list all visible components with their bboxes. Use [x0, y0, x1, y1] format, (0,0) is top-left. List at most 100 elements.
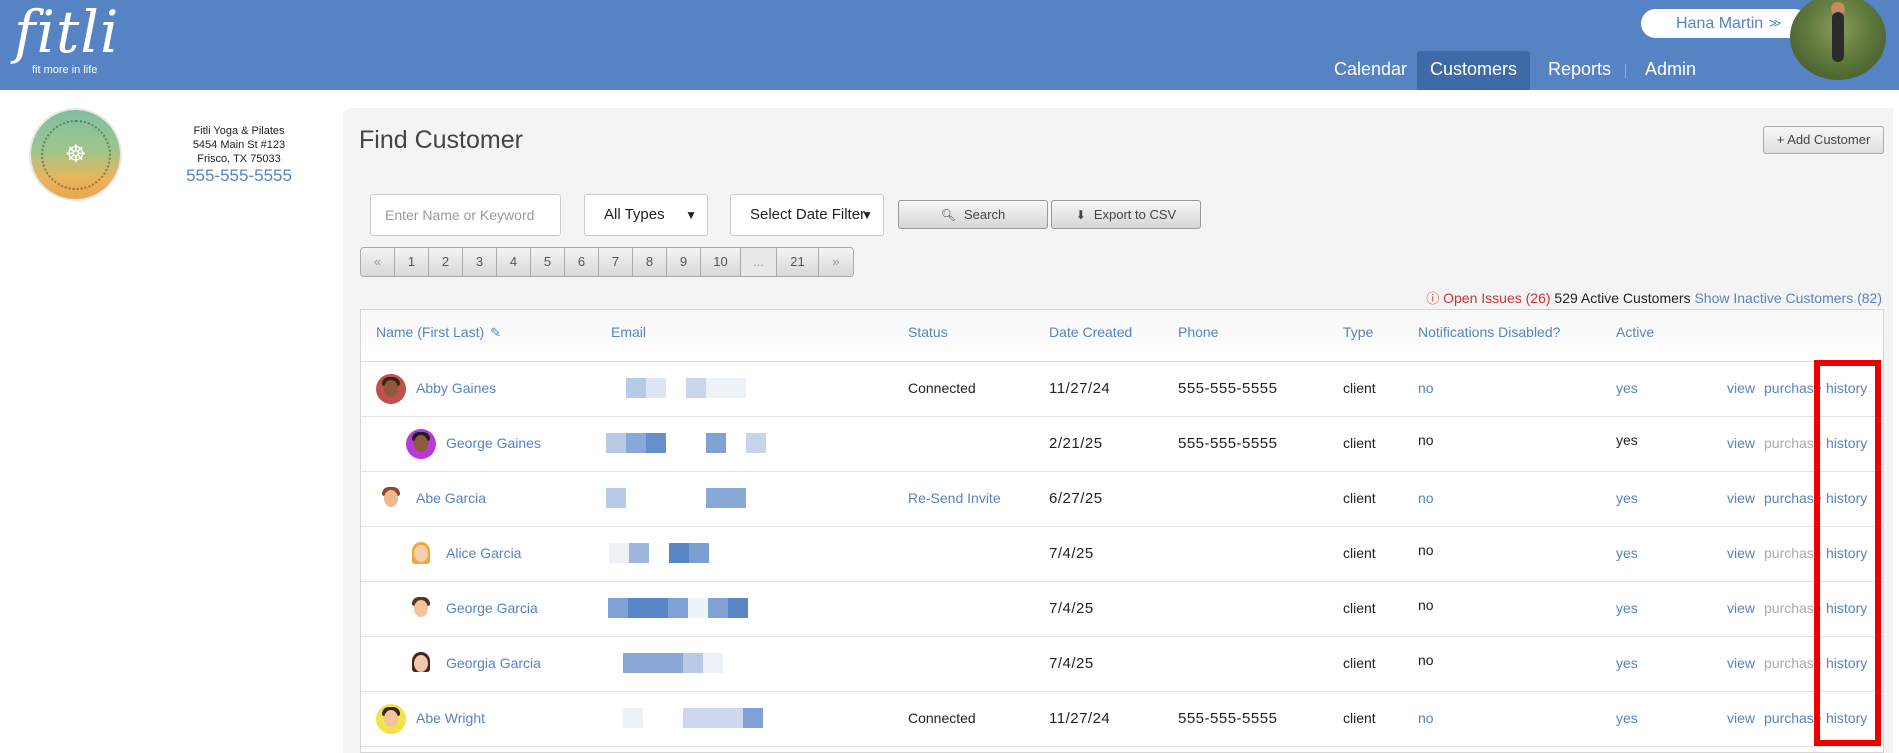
header-status[interactable]: Status — [908, 324, 948, 340]
header-notifications[interactable]: Notifications Disabled? — [1418, 324, 1560, 340]
nav-calendar[interactable]: Calendar — [1334, 51, 1407, 90]
header-type[interactable]: Type — [1343, 324, 1373, 340]
resend-invite-link[interactable]: Re-Send Invite — [908, 490, 1001, 506]
customer-name-link[interactable]: George Gaines — [446, 435, 541, 451]
chevron-down-icon: ▼ — [861, 208, 873, 222]
pager-page-1[interactable]: 1 — [395, 248, 429, 276]
notifications-toggle[interactable]: no — [1418, 710, 1434, 726]
table-row: Alice Garcia 7/4/25 client no yes view p… — [361, 527, 1883, 582]
pager-page-2[interactable]: 2 — [429, 248, 463, 276]
email-redacted — [606, 433, 776, 453]
email-redacted — [606, 488, 776, 508]
active-toggle[interactable]: yes — [1616, 600, 1638, 616]
active-toggle[interactable]: yes — [1616, 380, 1638, 396]
pager-page-3[interactable]: 3 — [463, 248, 497, 276]
search-button[interactable]: 🔍︎ Search — [898, 200, 1048, 229]
date-created: 11/27/24 — [1049, 380, 1111, 397]
add-customer-button[interactable]: + Add Customer — [1763, 126, 1884, 154]
customer-name-link[interactable]: Georgia Garcia — [446, 655, 541, 671]
pager-next[interactable]: » — [819, 248, 853, 276]
view-link[interactable]: view — [1727, 600, 1755, 616]
purchase-link-disabled: purchase — [1764, 545, 1822, 561]
studio-logo: ☸ — [29, 108, 122, 201]
phone: 555-555-5555 — [1178, 710, 1278, 727]
customer-name-link[interactable]: Abby Gaines — [416, 380, 496, 396]
view-link[interactable]: view — [1727, 545, 1755, 561]
customer-name-link[interactable]: Abe Garcia — [416, 490, 486, 506]
notifications-toggle[interactable]: no — [1418, 380, 1434, 396]
table-row: Georgia Garcia 7/4/25 client no yes view… — [361, 637, 1883, 692]
pager-page-5[interactable]: 5 — [531, 248, 565, 276]
notifications-value: no — [1418, 597, 1434, 613]
user-avatar[interactable] — [1790, 0, 1886, 80]
user-menu-button[interactable]: Hana Martin ≫ — [1641, 9, 1809, 38]
email-redacted — [623, 378, 763, 398]
warning-icon: ⓘ — [1426, 291, 1440, 306]
purchase-link[interactable]: purchase — [1764, 710, 1822, 726]
view-link[interactable]: view — [1727, 655, 1755, 671]
header-date-created[interactable]: Date Created — [1049, 324, 1132, 340]
studio-name: Fitli Yoga & Pilates — [193, 125, 285, 137]
pager-page-9[interactable]: 9 — [667, 248, 701, 276]
purchase-link[interactable]: purchase — [1764, 380, 1822, 396]
notifications-value: no — [1418, 432, 1434, 448]
nav-reports[interactable]: Reports — [1548, 51, 1611, 90]
pager-page-last[interactable]: 21 — [777, 248, 819, 276]
view-link[interactable]: view — [1727, 490, 1755, 506]
table-row: Abe Wright Connected 11/27/24 555-555-55… — [361, 692, 1883, 747]
date-filter-select[interactable]: Select Date Filter ▼ — [730, 194, 884, 236]
nav-admin[interactable]: Admin — [1645, 51, 1696, 90]
view-link[interactable]: view — [1727, 435, 1755, 451]
chevron-down-icon: ▼ — [685, 208, 697, 222]
status-text: Connected — [908, 380, 976, 396]
customer-name-link[interactable]: Abe Wright — [416, 710, 485, 726]
pager-page-7[interactable]: 7 — [599, 248, 633, 276]
logo-tagline: fit more in life — [32, 64, 98, 76]
studio-phone[interactable]: 555-555-5555 — [170, 166, 308, 186]
search-input[interactable] — [370, 194, 561, 236]
customer-name-link[interactable]: Alice Garcia — [446, 545, 521, 561]
export-csv-button[interactable]: ⬇ Export to CSV — [1051, 200, 1201, 229]
pager-page-8[interactable]: 8 — [633, 248, 667, 276]
show-inactive-link[interactable]: Show Inactive Customers (82) — [1694, 290, 1882, 306]
studio-address-line2: Frisco, TX 75033 — [197, 153, 281, 165]
studio-address: Fitli Yoga & Pilates 5454 Main St #123 F… — [170, 124, 308, 166]
pager-page-6[interactable]: 6 — [565, 248, 599, 276]
header-name-label: Name (First Last) — [376, 324, 485, 340]
nav-separator — [1625, 64, 1626, 78]
notifications-toggle[interactable]: no — [1418, 490, 1434, 506]
open-issues-link[interactable]: Open Issues (26) — [1443, 290, 1550, 306]
fitli-logo[interactable]: fitli fit more in life — [14, 0, 120, 76]
page-title: Find Customer — [359, 126, 523, 154]
view-link[interactable]: view — [1727, 710, 1755, 726]
active-toggle[interactable]: yes — [1616, 545, 1638, 561]
view-link[interactable]: view — [1727, 380, 1755, 396]
header-active[interactable]: Active — [1616, 324, 1654, 340]
notifications-value: no — [1418, 652, 1434, 668]
avatar — [406, 429, 436, 459]
studio-address-line1: 5454 Main St #123 — [192, 139, 286, 151]
type: client — [1343, 710, 1376, 726]
purchase-link[interactable]: purchase — [1764, 490, 1822, 506]
email-redacted — [623, 708, 763, 728]
pager-prev[interactable]: « — [361, 248, 395, 276]
pager-page-10[interactable]: 10 — [701, 248, 741, 276]
pencil-icon[interactable]: ✎ — [490, 325, 501, 340]
customer-name-link[interactable]: George Garcia — [446, 600, 538, 616]
email-redacted — [606, 543, 776, 563]
pager-ellipsis: ... — [741, 248, 777, 276]
search-button-label: Search — [964, 207, 1006, 222]
header-email[interactable]: Email — [611, 324, 646, 340]
header-name[interactable]: Name (First Last) ✎ — [376, 324, 501, 341]
avatar — [406, 649, 436, 679]
logo-wordmark: fitli — [14, 0, 120, 66]
type-select[interactable]: All Types ▼ — [584, 194, 708, 236]
pager-page-4[interactable]: 4 — [497, 248, 531, 276]
header-phone[interactable]: Phone — [1178, 324, 1218, 340]
avatar — [406, 539, 436, 569]
purchase-link-disabled: purchase — [1764, 435, 1822, 451]
active-toggle[interactable]: yes — [1616, 655, 1638, 671]
active-toggle[interactable]: yes — [1616, 710, 1638, 726]
active-toggle[interactable]: yes — [1616, 490, 1638, 506]
nav-customers[interactable]: Customers — [1417, 51, 1530, 90]
